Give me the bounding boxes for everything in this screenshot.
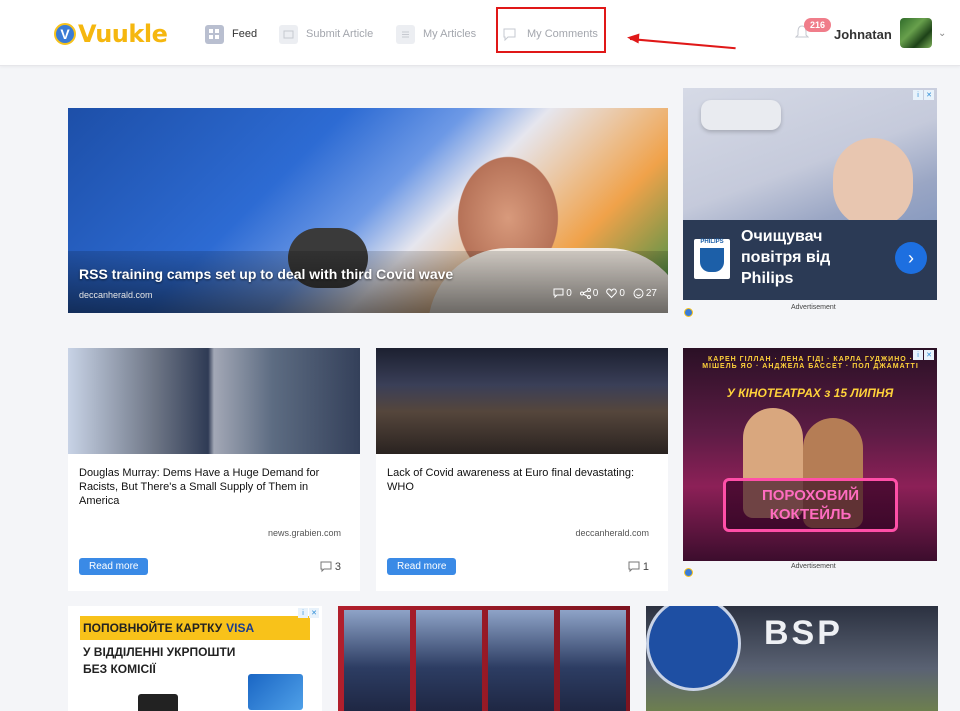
tv-panel xyxy=(560,610,626,711)
vuukle-logo[interactable]: V Vuukle xyxy=(54,18,168,50)
hero-shares[interactable]: 0 xyxy=(579,288,598,299)
comment-icon xyxy=(628,561,640,573)
ad-movie-cast: КАРЕН ГІЛЛАН · ЛЕНА ГІДІ · КАРЛА ГУДЖИНО… xyxy=(702,356,919,370)
ad-choices[interactable]: i ✕ xyxy=(913,350,935,360)
hero-source: deccanherald.com xyxy=(79,290,153,300)
ad-image-baby xyxy=(833,138,913,228)
article-source: deccanherald.com xyxy=(575,528,649,538)
nav-submit-label: Submit Article xyxy=(306,28,374,40)
ad-image-device xyxy=(701,100,781,130)
tv-panel xyxy=(344,610,410,711)
document-icon xyxy=(396,24,415,44)
article-card[interactable]: Lack of Covid awareness at Euro final de… xyxy=(376,348,668,591)
visa-subtitle: У ВІДДІЛЕННІ УКРПОШТИ БЕЗ КОМІСІЇ xyxy=(83,645,236,676)
top-header: V Vuukle Feed Submit Article My Articles… xyxy=(0,0,960,66)
hero-title[interactable]: RSS training camps set up to deal with t… xyxy=(79,266,453,282)
article-comments[interactable]: 3 xyxy=(320,561,341,573)
article-image xyxy=(68,348,360,454)
ad-choices[interactable]: i ✕ xyxy=(913,90,935,100)
nav-my-articles[interactable]: My Articles xyxy=(396,23,476,45)
ad-label: Advertisement xyxy=(791,304,836,311)
arrow-right-icon[interactable]: › xyxy=(895,242,927,274)
chevron-down-icon[interactable]: ⌄ xyxy=(938,28,946,39)
close-icon: ✕ xyxy=(309,608,319,618)
hero-comments[interactable]: 0 xyxy=(553,288,572,299)
tv-panel xyxy=(416,610,482,711)
smiley-icon xyxy=(633,288,644,299)
ad-headline: Очищувач повітря від Philips xyxy=(741,228,831,287)
article-image xyxy=(376,348,668,454)
nav-feed-label: Feed xyxy=(232,28,258,40)
logo-text: Vuukle xyxy=(78,20,168,48)
nav-feed[interactable]: Feed xyxy=(205,23,257,45)
info-icon: i xyxy=(913,90,923,100)
bank-seal-icon xyxy=(646,606,741,691)
hero-article[interactable]: RSS training camps set up to deal with t… xyxy=(68,108,668,313)
philips-shield-icon xyxy=(700,248,724,272)
visa-brand: VISA xyxy=(226,621,255,635)
close-icon: ✕ xyxy=(924,350,934,360)
notification-badge: 216 xyxy=(804,18,832,32)
ad-image-card xyxy=(248,674,303,710)
nav-articles-label: My Articles xyxy=(423,28,477,40)
read-more-button[interactable]: Read more xyxy=(387,558,457,575)
annotation-arrow-line xyxy=(629,38,736,50)
article-card[interactable]: Douglas Murray: Dems Have a Huge Demand … xyxy=(68,348,360,591)
ad-label: Advertisement xyxy=(791,563,836,570)
tv-panel xyxy=(488,610,554,711)
comment-icon xyxy=(320,561,332,573)
vuukle-small-logo-icon xyxy=(684,308,693,317)
nav-submit-article[interactable]: Submit Article xyxy=(279,23,373,45)
article-card-image[interactable] xyxy=(338,606,630,711)
bsp-sign: BSP xyxy=(764,614,843,652)
hero-stats: 0 0 0 27 xyxy=(553,288,657,299)
ad-image-phone xyxy=(138,694,178,711)
username[interactable]: Johnatan xyxy=(834,27,892,42)
philips-logo: PHILIPS xyxy=(694,239,730,279)
ad-philips[interactable]: PHILIPS Очищувач повітря від Philips › i… xyxy=(683,88,937,300)
avatar[interactable] xyxy=(900,18,932,48)
hero-likes[interactable]: 0 xyxy=(606,288,625,299)
article-comments[interactable]: 1 xyxy=(628,561,649,573)
annotation-highlight-box xyxy=(496,7,606,53)
read-more-button[interactable]: Read more xyxy=(79,558,149,575)
grid-icon xyxy=(205,24,224,44)
ad-movie[interactable]: КАРЕН ГІЛЛАН · ЛЕНА ГІДІ · КАРЛА ГУДЖИНО… xyxy=(683,348,937,561)
article-title[interactable]: Lack of Covid awareness at Euro final de… xyxy=(387,466,657,494)
comment-icon xyxy=(553,288,564,299)
logo-badge-icon: V xyxy=(54,23,76,45)
ad-movie-title: ПОРОХОВИЙ КОКТЕЙЛЬ xyxy=(723,478,898,532)
add-article-icon xyxy=(279,24,298,44)
heart-icon xyxy=(606,288,618,299)
share-icon xyxy=(579,288,591,299)
article-title[interactable]: Douglas Murray: Dems Have a Huge Demand … xyxy=(79,466,349,508)
info-icon: i xyxy=(298,608,308,618)
ad-ukrposhta-visa[interactable]: ПОПОВНЮЙТЕ КАРТКУ VISA У ВІДДІЛЕННІ УКРПО… xyxy=(68,606,322,711)
article-source: news.grabien.com xyxy=(267,528,341,538)
article-card-image[interactable]: BSP xyxy=(646,606,938,711)
ad-choices[interactable]: i ✕ xyxy=(298,608,320,618)
visa-band: ПОПОВНЮЙТЕ КАРТКУ VISA xyxy=(80,616,310,640)
info-icon: i xyxy=(913,350,923,360)
hero-reactions[interactable]: 27 xyxy=(633,288,657,299)
hero-overlay xyxy=(68,251,668,313)
close-icon: ✕ xyxy=(924,90,934,100)
vuukle-small-logo-icon xyxy=(684,568,693,577)
ad-movie-date: У КІНОТЕАТРАХ з 15 ЛИПНЯ xyxy=(726,386,894,400)
